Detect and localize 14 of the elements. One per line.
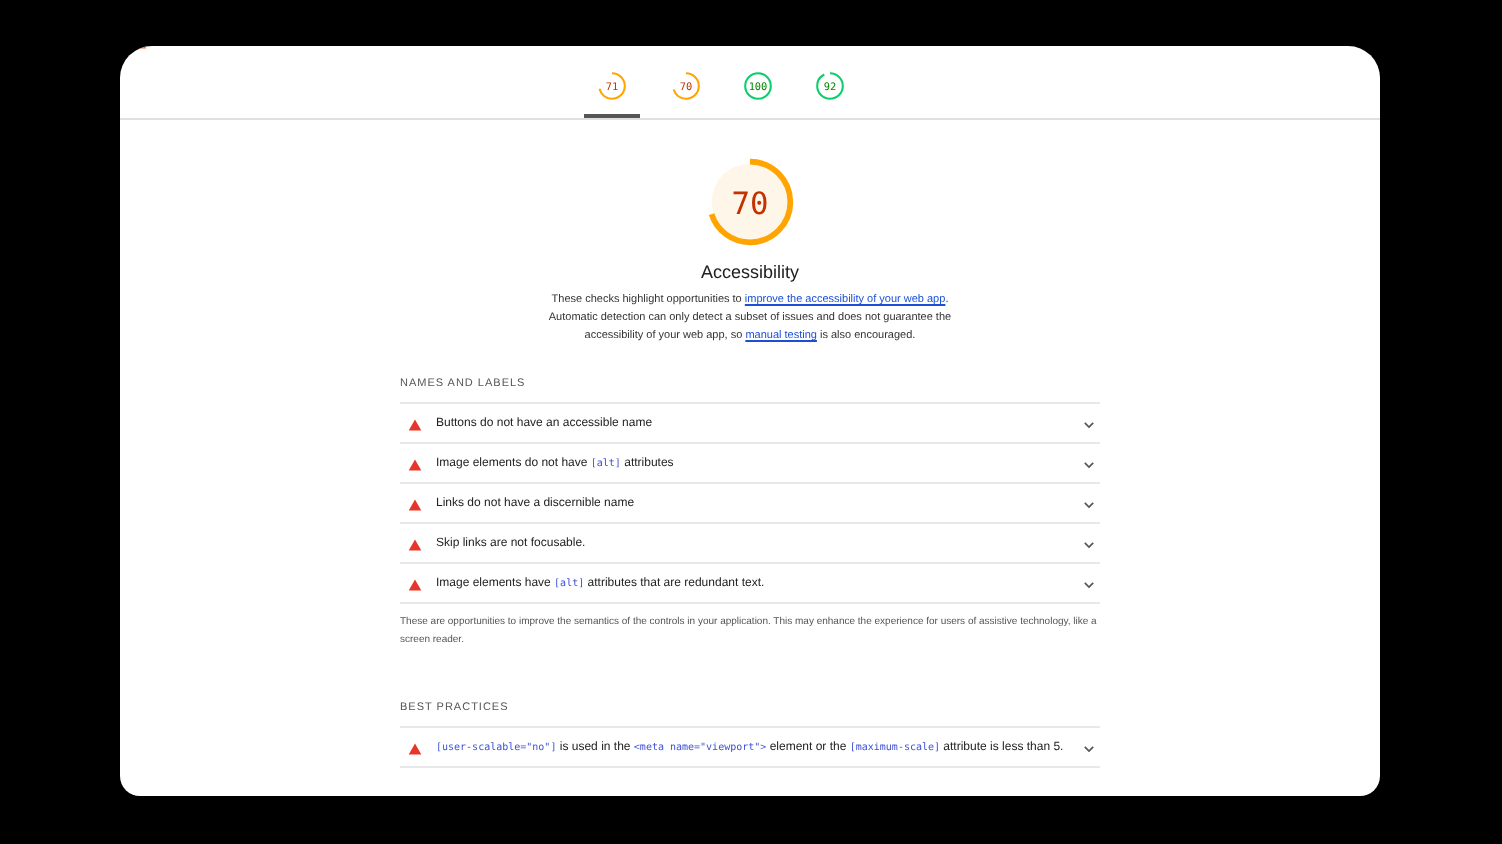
chevron-icon	[1082, 537, 1096, 551]
warning-icon	[408, 497, 422, 511]
warning-icon	[408, 741, 422, 755]
warning-icon	[408, 537, 422, 551]
chevron-icon	[1082, 417, 1096, 431]
warning-icon	[408, 417, 422, 431]
chevron-icon	[1082, 457, 1096, 471]
category-title: Accessibility	[700, 262, 799, 282]
warning-icon	[408, 577, 422, 591]
chevron-icon	[1082, 577, 1096, 591]
score-value: 70	[731, 185, 769, 222]
chevron-icon	[1082, 741, 1096, 755]
warning-icon	[408, 457, 422, 471]
chevron-icon	[1082, 497, 1096, 511]
